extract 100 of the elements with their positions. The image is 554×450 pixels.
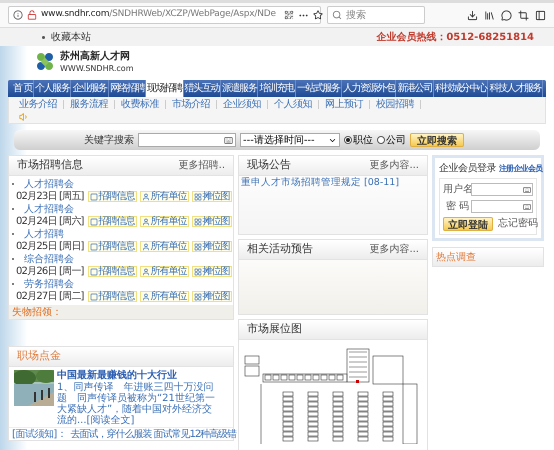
notice-link[interactable]: 重申人才市场招聘管理规定 [08-11] bbox=[239, 176, 427, 190]
more-link[interactable]: 更多内容... bbox=[369, 242, 419, 257]
square-icon bbox=[90, 242, 98, 250]
panel-title: 市场展位图 bbox=[247, 321, 302, 338]
article-summary: 1、同声传译 年进账三四十万没问题 同声传译员被称为“21世纪第一大紧缺人才”，随着中国对外经济交流的...[阅读全文] bbox=[57, 382, 215, 426]
keyboard-icon[interactable] bbox=[224, 136, 233, 144]
square-icon bbox=[90, 268, 98, 276]
fair-link[interactable]: 人才招聘会 bbox=[24, 202, 74, 216]
grid-icon bbox=[194, 268, 202, 276]
fair-action-link[interactable]: 招聘信息 bbox=[88, 191, 137, 202]
tip-link[interactable]: 去面试，穿什么服装 面试常见12种高级错 bbox=[70, 426, 236, 442]
bullet-icon bbox=[42, 36, 45, 38]
star-icon[interactable] bbox=[312, 10, 323, 20]
fair-action-link[interactable]: 招聘信息 bbox=[88, 241, 137, 252]
nav-tab[interactable]: 现场招聘 bbox=[146, 80, 184, 97]
person-icon bbox=[142, 268, 150, 276]
subnav-link[interactable]: 服务流程 bbox=[70, 96, 108, 112]
fair-action-link[interactable]: 摊位图 bbox=[192, 266, 232, 277]
lost-found-label: 失物招领： bbox=[12, 306, 62, 320]
subnav-link[interactable]: 企业须知 bbox=[223, 96, 261, 112]
bookmark-link[interactable]: 收藏本站 bbox=[51, 30, 91, 44]
fair-action-link[interactable]: 招聘信息 bbox=[88, 291, 137, 302]
radio-button[interactable] bbox=[377, 136, 385, 144]
url-text: www.sndhr.com/SNDHRWeb/XCZP/WebPage/Aspx/NDe bbox=[41, 8, 276, 22]
radio-label: 职位 bbox=[353, 134, 373, 148]
more-link[interactable]: 更多招聘.. bbox=[178, 158, 225, 173]
forgot-password-link[interactable]: 忘记密码 bbox=[498, 216, 538, 231]
fair-action-link[interactable]: 所有单位 bbox=[140, 191, 189, 202]
search-label: 关键字搜索 bbox=[84, 134, 134, 148]
grid-icon bbox=[194, 292, 202, 300]
fair-date: 02月27日 [周二] bbox=[15, 290, 84, 304]
library-icon[interactable] bbox=[484, 10, 495, 20]
subnav-link[interactable]: 网上预订 bbox=[325, 96, 363, 112]
person-icon bbox=[142, 292, 150, 300]
crop-icon[interactable] bbox=[518, 10, 529, 20]
fair-action-link[interactable]: 招聘信息 bbox=[88, 216, 137, 227]
subnav-link[interactable]: 校园招聘 bbox=[376, 96, 414, 112]
search-field[interactable]: 搜索 bbox=[327, 6, 425, 24]
fair-action-link[interactable]: 所有单位 bbox=[140, 216, 189, 227]
grid-icon bbox=[194, 192, 202, 200]
hotline-text: 企业会员热线：0512-68251814 bbox=[376, 30, 534, 44]
person-icon bbox=[142, 218, 150, 226]
panel-title: 热点调查 bbox=[436, 250, 476, 264]
fair-link[interactable]: 人才招聘 bbox=[24, 226, 64, 242]
article-title[interactable]: 中国最新最赚钱的十大行业 bbox=[57, 370, 215, 382]
fair-link[interactable]: 劳务招聘会 bbox=[24, 276, 74, 292]
info-icon[interactable] bbox=[13, 10, 23, 20]
subnav-link[interactable]: 市场介绍 bbox=[172, 96, 210, 112]
radio-label: 公司 bbox=[386, 134, 406, 148]
fair-action-link[interactable]: 摊位图 bbox=[192, 291, 232, 302]
search-button[interactable]: 立即搜索 bbox=[410, 133, 464, 147]
fair-action-link[interactable]: 所有单位 bbox=[140, 291, 189, 302]
logo-url: WWW.SNDHR.com bbox=[60, 63, 134, 75]
keyboard-icon[interactable] bbox=[523, 186, 531, 194]
fair-action-link[interactable]: 招聘信息 bbox=[88, 266, 137, 277]
address-bar[interactable]: www.sndhr.com/SNDHRWeb/XCZP/WebPage/Aspx/NDe bbox=[8, 6, 321, 24]
panel-title: 职场点金 bbox=[17, 348, 61, 364]
chat-icon[interactable] bbox=[501, 10, 512, 20]
download-icon[interactable] bbox=[467, 10, 478, 20]
more-link[interactable]: 更多内容... bbox=[369, 158, 419, 173]
subnav-link[interactable]: 收费标准 bbox=[121, 96, 159, 112]
fair-action-link[interactable]: 摊位图 bbox=[192, 216, 232, 227]
time-select[interactable]: ---请选择时间--- bbox=[240, 133, 340, 147]
fair-date: 02月23日 [周五] bbox=[15, 190, 84, 204]
grid-icon bbox=[194, 218, 202, 226]
fair-link[interactable]: 人才招聘会 bbox=[24, 176, 74, 192]
subnav-link[interactable]: 业务介绍 bbox=[19, 96, 57, 112]
subnav-link[interactable]: 个人须知 bbox=[274, 96, 312, 112]
login-button[interactable]: 立即登陆 bbox=[443, 216, 493, 230]
sidebar-icon[interactable] bbox=[535, 10, 546, 20]
square-icon bbox=[90, 292, 98, 300]
fair-link[interactable]: 综合招聘会 bbox=[24, 252, 74, 266]
login-title: 企业会员登录 bbox=[439, 162, 496, 176]
tip-label: [面试须知]： bbox=[12, 428, 66, 442]
square-icon bbox=[90, 218, 98, 226]
input-field[interactable] bbox=[471, 183, 533, 196]
radio-button[interactable] bbox=[344, 136, 352, 144]
logo-name: 苏州高新人才网 bbox=[60, 51, 131, 63]
search-icon bbox=[332, 10, 342, 20]
fair-action-link[interactable]: 摊位图 bbox=[192, 191, 232, 202]
speaker-icon bbox=[19, 112, 29, 122]
field-label: 密 码 bbox=[444, 200, 469, 214]
qr-code-icon[interactable] bbox=[284, 10, 294, 20]
insecure-lock-icon[interactable] bbox=[27, 10, 37, 20]
fair-action-link[interactable]: 所有单位 bbox=[140, 266, 189, 277]
panel-title: 市场招聘信息 bbox=[17, 157, 83, 174]
keyword-field[interactable] bbox=[138, 133, 236, 147]
fair-action-link[interactable]: 所有单位 bbox=[140, 241, 189, 252]
fair-date: 02月25日 [周日] bbox=[15, 240, 84, 254]
fair-date: 02月26日 [周一] bbox=[15, 265, 84, 278]
keyboard-icon[interactable] bbox=[523, 202, 531, 210]
person-icon bbox=[142, 192, 150, 200]
square-icon bbox=[90, 192, 98, 200]
panel-title: 相关活动预告 bbox=[247, 241, 313, 258]
fair-action-link[interactable]: 摊位图 bbox=[192, 241, 232, 252]
panel-title: 现场公告 bbox=[247, 157, 291, 174]
register-link[interactable]: 注册企业会员 bbox=[499, 162, 542, 174]
input-field[interactable] bbox=[471, 200, 533, 213]
fair-date: 02月24日 [周六] bbox=[15, 214, 84, 228]
grid-icon bbox=[194, 242, 202, 250]
